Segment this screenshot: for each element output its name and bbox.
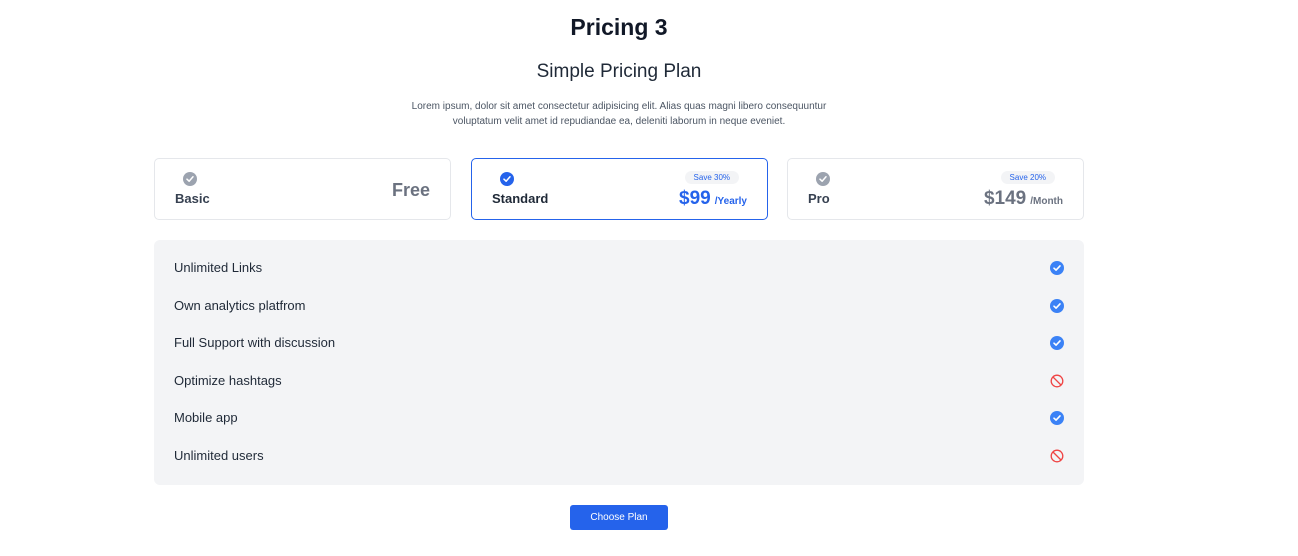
plan-price: $99/Yearly <box>679 188 747 210</box>
check-circle-icon <box>1050 261 1064 275</box>
price-amount: $99 <box>679 188 711 209</box>
choose-plan-button[interactable]: Choose Plan <box>570 505 668 530</box>
ban-icon <box>1050 374 1064 388</box>
plan-name: Pro <box>808 191 830 206</box>
plan-card-pro[interactable]: Pro Save 20% $149/Month <box>787 158 1084 220</box>
plan-price: Free <box>391 180 430 200</box>
feature-row: Mobile app <box>174 408 1064 428</box>
feature-label: Full Support with discussion <box>174 335 336 350</box>
save-badge: Save 30% <box>684 171 739 184</box>
feature-label: Mobile app <box>174 410 238 425</box>
page-title: Pricing 3 <box>570 14 668 40</box>
save-badge: Save 20% <box>1000 171 1055 184</box>
feature-row: Own analytics platfrom <box>174 296 1064 316</box>
check-circle-icon <box>1050 411 1064 425</box>
feature-list: Unlimited Links Own analytics platfrom F… <box>154 240 1084 485</box>
plan-selector: Basic Free Standard Save 30% $99/Yearly … <box>154 158 1084 220</box>
section-title: Simple Pricing Plan <box>536 61 702 82</box>
price-amount: $149 <box>983 188 1027 209</box>
plan-card-basic[interactable]: Basic Free <box>154 158 451 220</box>
check-circle-icon <box>183 172 197 186</box>
price-period: /Month <box>1030 196 1063 207</box>
feature-row: Unlimited Links <box>174 258 1064 278</box>
feature-label: Unlimited Links <box>174 260 263 275</box>
check-circle-icon <box>1050 336 1064 350</box>
plan-name: Standard <box>492 191 549 206</box>
feature-label: Own analytics platfrom <box>174 298 306 313</box>
check-circle-icon <box>816 172 830 186</box>
feature-row: Optimize hashtags <box>174 371 1064 391</box>
feature-label: Optimize hashtags <box>174 373 282 388</box>
description: Lorem ipsum, dolor sit amet consectetur … <box>411 101 827 127</box>
plan-card-standard[interactable]: Standard Save 30% $99/Yearly <box>471 158 768 220</box>
plan-name: Basic <box>175 191 210 206</box>
check-circle-icon <box>500 172 514 186</box>
price-period: /Yearly <box>714 196 747 207</box>
check-circle-icon <box>1050 299 1064 313</box>
plan-price: $149/Month <box>984 188 1063 210</box>
ban-icon <box>1050 449 1064 463</box>
feature-label: Unlimited users <box>174 448 264 463</box>
feature-row: Unlimited users <box>174 446 1064 466</box>
feature-row: Full Support with discussion <box>174 333 1064 353</box>
